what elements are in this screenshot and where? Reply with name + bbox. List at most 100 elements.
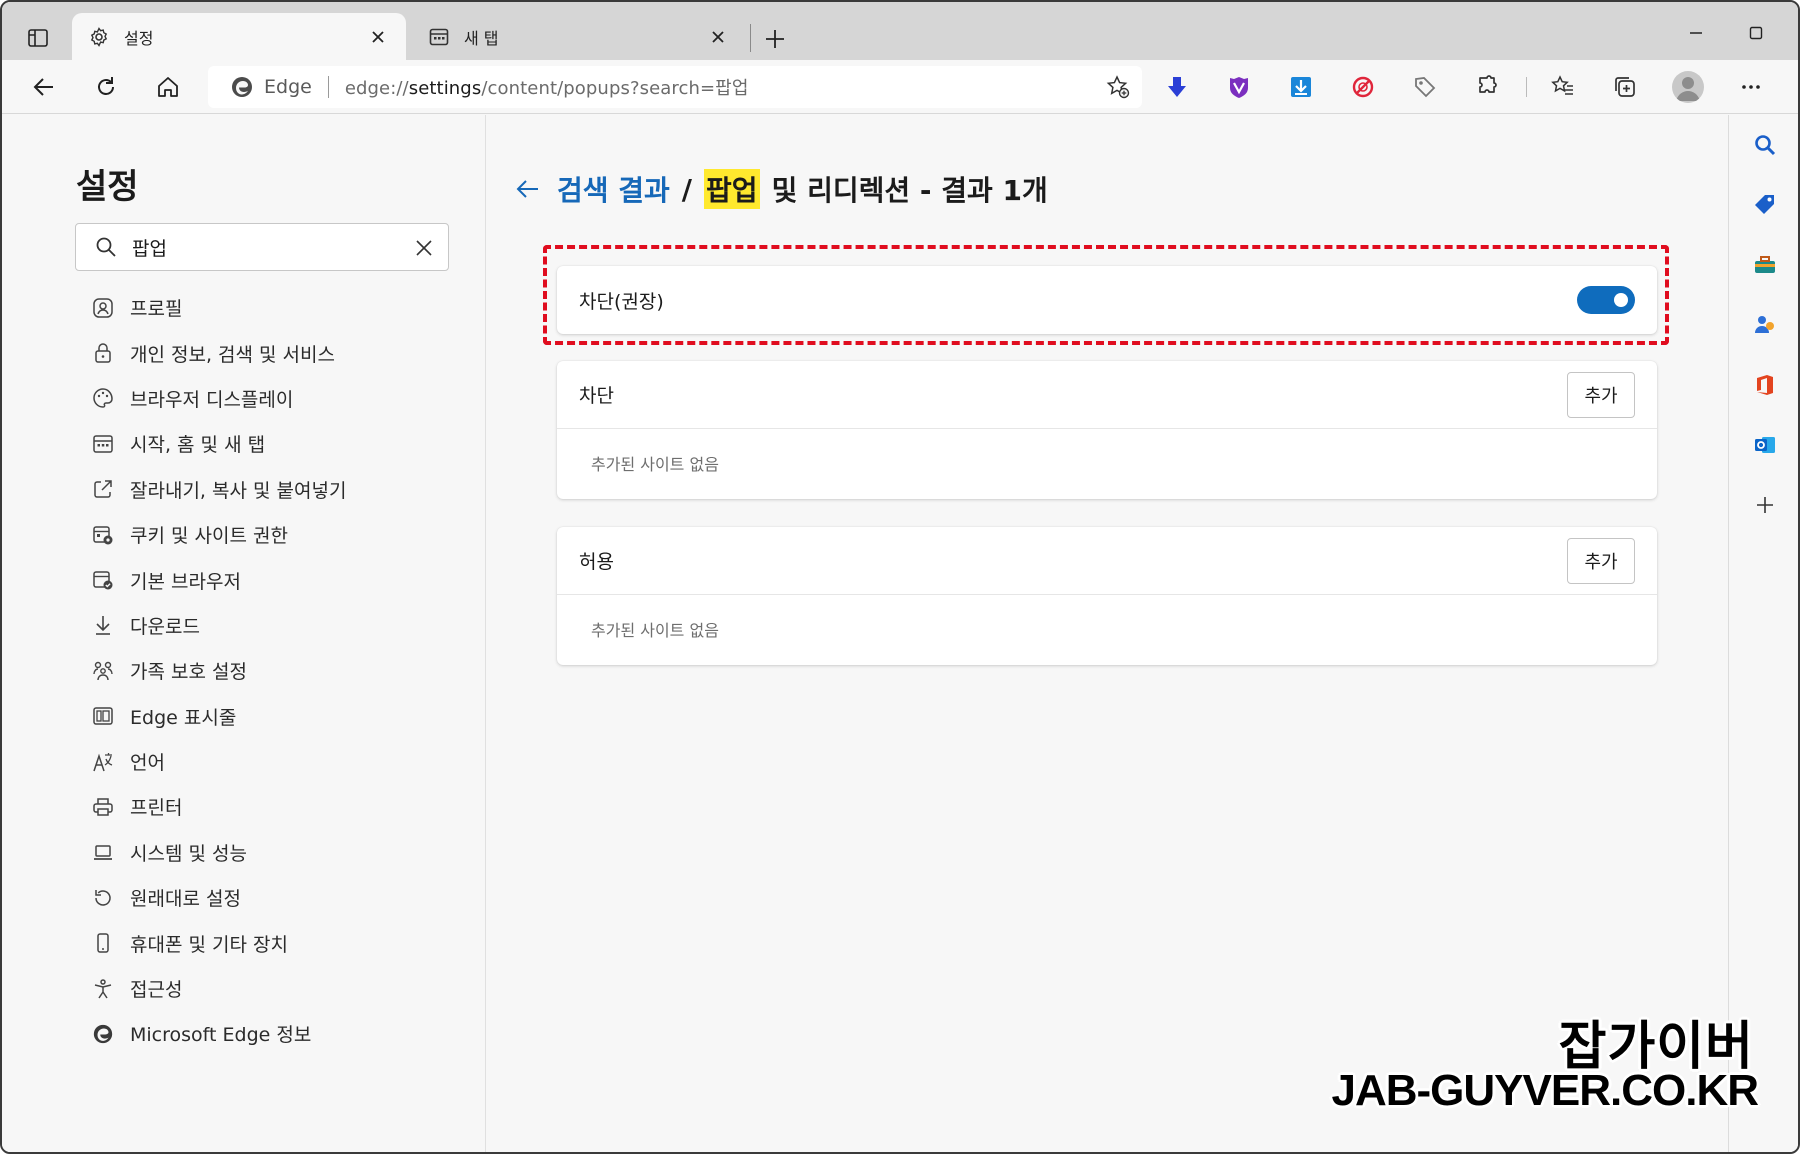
profile-avatar[interactable] xyxy=(1672,71,1704,103)
close-icon xyxy=(416,240,432,256)
address-bar[interactable]: Edge edge://settings/content/popups?sear… xyxy=(208,66,1142,108)
allow-list-card: 허용 추가 추가된 사이트 없음 xyxy=(557,527,1657,665)
sidebar-item-label: 기본 브라우저 xyxy=(130,570,241,593)
add-allow-site-button[interactable]: 추가 xyxy=(1567,537,1635,584)
sidebar-people-button[interactable] xyxy=(1749,309,1781,341)
close-icon xyxy=(372,30,384,43)
sidebar-item-phone-devices[interactable]: 휴대폰 및 기타 장치 xyxy=(90,920,480,965)
sidebar-item-downloads[interactable]: 다운로드 xyxy=(90,603,480,648)
settings-search[interactable] xyxy=(75,223,449,271)
sidebar-office-button[interactable] xyxy=(1749,369,1781,401)
sidebar-item-family[interactable]: 가족 보호 설정 xyxy=(90,648,480,693)
sidebar-outlook-button[interactable] xyxy=(1749,429,1781,461)
add-icon xyxy=(1757,497,1773,513)
sidebar-item-edge-bar[interactable]: Edge 표시줄 xyxy=(90,694,480,739)
lock-icon xyxy=(90,340,116,366)
sidebar-item-label: 가족 보호 설정 xyxy=(130,661,247,684)
sidebar-item-label: 원래대로 설정 xyxy=(130,888,241,911)
add-block-site-button[interactable]: 추가 xyxy=(1567,371,1635,418)
page-title: 및 리디렉션 - 결과 1개 xyxy=(771,174,1048,207)
block-popups-setting: 차단(권장) xyxy=(557,266,1657,334)
palette-icon xyxy=(90,385,116,411)
sidebar-item-start-home[interactable]: 시작, 홈 및 새 탭 xyxy=(90,421,480,466)
edge-logo-icon xyxy=(90,1021,116,1047)
refresh-button[interactable] xyxy=(88,69,124,105)
phone-icon xyxy=(90,930,116,956)
favorites-button[interactable] xyxy=(1548,72,1578,102)
sidebar-item-printers[interactable]: 프린터 xyxy=(90,784,480,829)
tag-extension-icon xyxy=(1415,77,1436,98)
reset-icon xyxy=(90,885,116,911)
tab-new-tab[interactable]: 새 탭 xyxy=(412,13,746,60)
home-button[interactable] xyxy=(150,69,186,105)
search-input[interactable] xyxy=(132,236,402,258)
sidebar-search-button[interactable] xyxy=(1749,129,1781,161)
allow-list-header: 허용 추가 xyxy=(557,527,1657,595)
close-window-button[interactable] xyxy=(1796,16,1798,50)
block-circle-extension-button[interactable] xyxy=(1348,72,1378,102)
sidebar-item-share-copy-paste[interactable]: 잘라내기, 복사 및 붙여넣기 xyxy=(90,467,480,512)
search-term-highlight: 팝업 xyxy=(704,169,760,209)
sidebar-item-system[interactable]: 시스템 및 성능 xyxy=(90,830,480,875)
sidebar-shopping-button[interactable] xyxy=(1749,189,1781,221)
home-icon xyxy=(158,77,178,97)
shield-v-extension-button[interactable] xyxy=(1224,72,1254,102)
sidebar-item-label: 언어 xyxy=(130,752,165,775)
sidebar-item-accessibility[interactable]: 접근성 xyxy=(90,966,480,1011)
block-list-label: 차단 xyxy=(579,385,614,407)
settings-more-button[interactable] xyxy=(1736,72,1766,102)
minimize-button[interactable] xyxy=(1676,16,1716,50)
edge-logo-icon xyxy=(232,77,252,97)
tag-extension-button[interactable] xyxy=(1410,72,1440,102)
sidebar-tools-button[interactable] xyxy=(1749,249,1781,281)
share-icon xyxy=(90,476,116,502)
sidebar-item-label: 접근성 xyxy=(130,979,183,1002)
download-arrow-extension-icon xyxy=(1168,77,1186,97)
collections-button[interactable] xyxy=(1610,72,1640,102)
star-add-icon xyxy=(1106,75,1130,99)
minimize-icon xyxy=(1690,32,1702,34)
back-to-results-button[interactable] xyxy=(511,172,545,206)
sidebar-item-profiles[interactable]: 프로필 xyxy=(90,285,480,330)
sidebar-item-about-edge[interactable]: Microsoft Edge 정보 xyxy=(90,1011,480,1056)
block-list-empty-text: 추가된 사이트 없음 xyxy=(591,455,719,474)
sidebar-item-label: Edge 표시줄 xyxy=(130,706,237,729)
watermark-english: JAB-GUYVER.CO.KR xyxy=(1331,1066,1759,1115)
settings-title: 설정 xyxy=(76,167,139,207)
block-popups-toggle[interactable] xyxy=(1577,286,1635,314)
sidebar-item-label: 브라우저 디스플레이 xyxy=(130,388,294,411)
sidebar-item-reset[interactable]: 원래대로 설정 xyxy=(90,875,480,920)
breadcrumb: 검색 결과 / 팝업 및 리디렉션 - 결과 1개 xyxy=(511,169,1048,209)
maximize-icon xyxy=(1749,26,1763,40)
download-arrow-extension-button[interactable] xyxy=(1162,72,1192,102)
default-browser-icon xyxy=(90,567,116,593)
block-list-header: 차단 추가 xyxy=(557,361,1657,429)
extensions-button[interactable] xyxy=(1472,72,1502,102)
block-circle-extension-icon xyxy=(1352,76,1374,98)
tab-title: 설정 xyxy=(124,28,154,48)
close-tab-button[interactable] xyxy=(706,25,730,49)
home-tab-icon xyxy=(90,431,116,457)
back-button[interactable] xyxy=(26,69,62,105)
search-icon xyxy=(96,237,116,257)
sidebar-item-cookies-permissions[interactable]: 쿠키 및 사이트 권한 xyxy=(90,512,480,557)
sidebar-item-label: 시스템 및 성능 xyxy=(130,842,247,865)
sidebar-add-button[interactable] xyxy=(1749,489,1781,521)
sidebar-item-privacy[interactable]: 개인 정보, 검색 및 서비스 xyxy=(90,330,480,375)
toolbar: Edge edge://settings/content/popups?sear… xyxy=(2,60,1798,114)
new-tab-button[interactable] xyxy=(758,22,792,56)
family-icon xyxy=(90,658,116,684)
sidebar-item-appearance[interactable]: 브라우저 디스플레이 xyxy=(90,376,480,421)
add-favorite-button[interactable] xyxy=(1104,73,1132,101)
sidebar-item-default-browser[interactable]: 기본 브라우저 xyxy=(90,557,480,602)
tab-settings[interactable]: 설정 xyxy=(72,13,406,60)
maximize-button[interactable] xyxy=(1736,16,1776,50)
sidebar-item-label: 프린터 xyxy=(130,797,183,820)
tab-actions-button[interactable] xyxy=(20,22,56,54)
collections-icon xyxy=(1615,77,1635,97)
search-results-link[interactable]: 검색 결과 xyxy=(557,169,670,209)
close-tab-button[interactable] xyxy=(366,25,390,49)
download-box-extension-button[interactable] xyxy=(1286,72,1316,102)
sidebar-item-languages[interactable]: 언어 xyxy=(90,739,480,784)
clear-search-button[interactable] xyxy=(412,236,436,260)
